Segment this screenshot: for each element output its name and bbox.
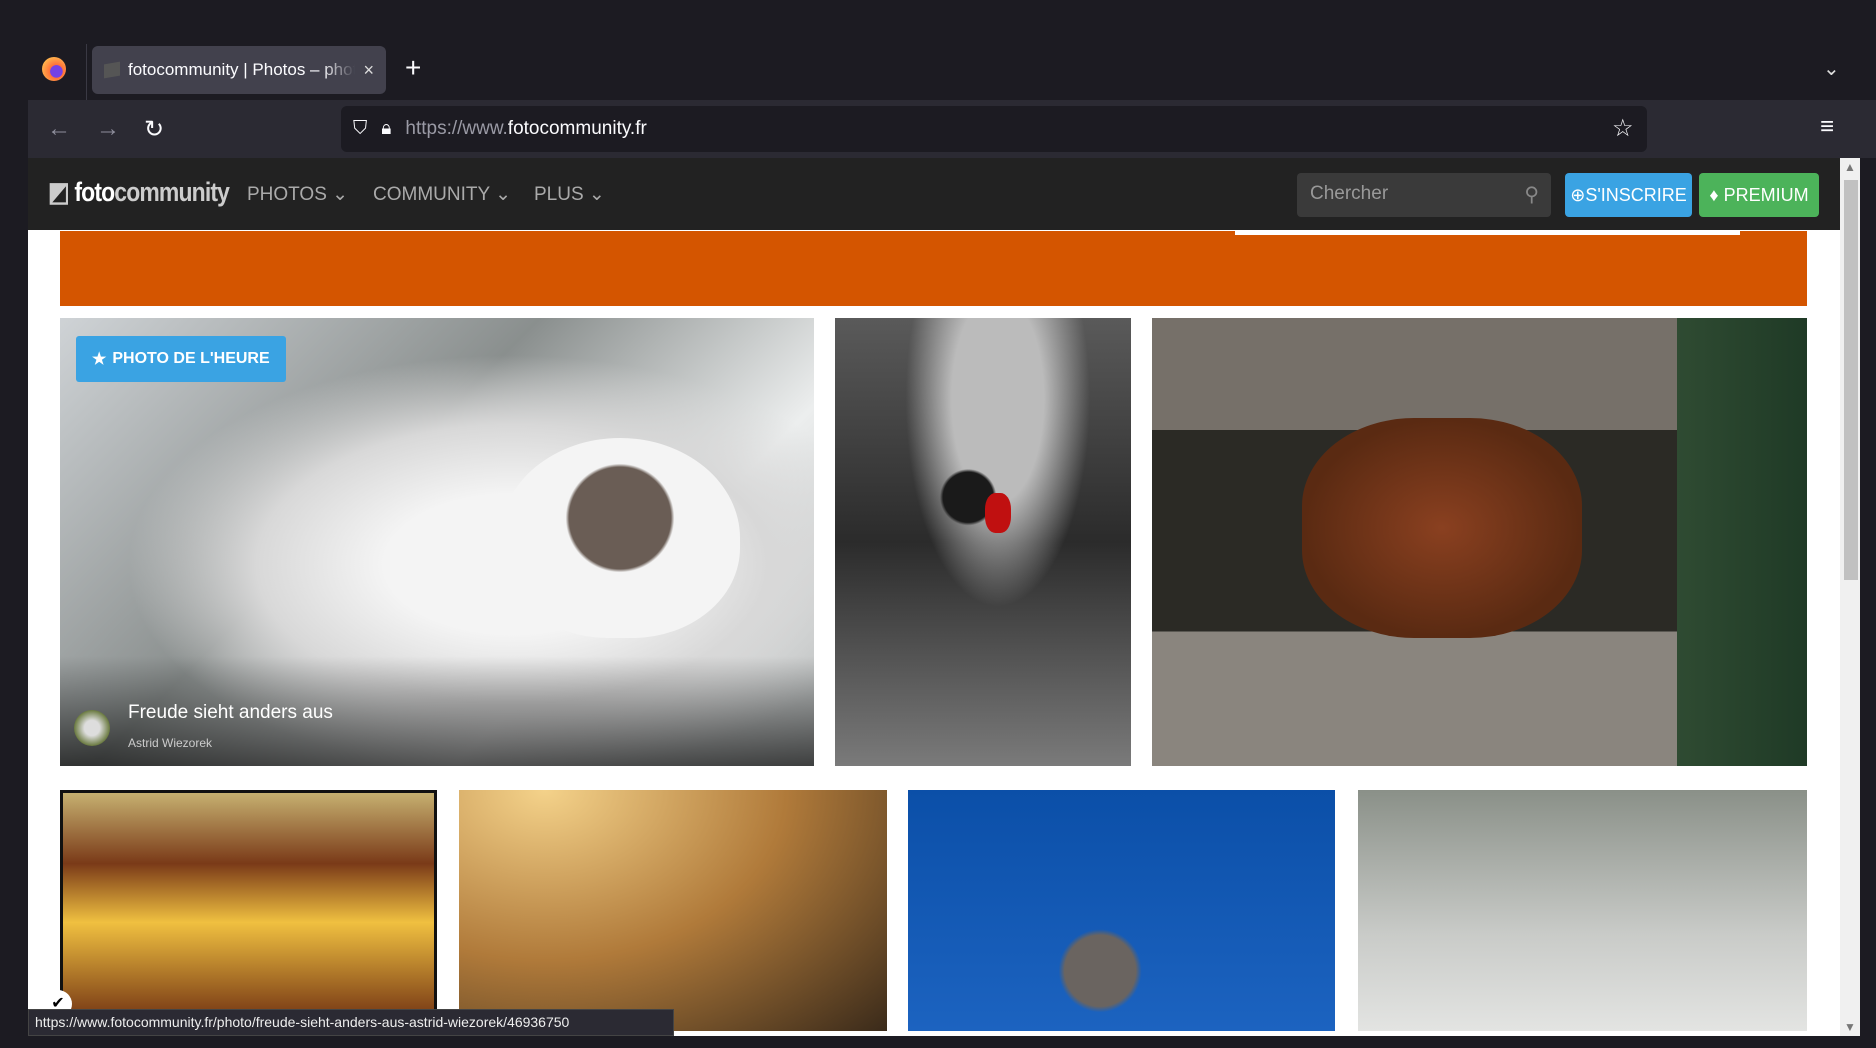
signup-button[interactable]: ⊕S'INSCRIRE <box>1565 173 1692 217</box>
featured-photo-cat[interactable]: ★ PHOTO DE L'HEURE Freude sieht anders au… <box>60 318 814 766</box>
photo-tree[interactable] <box>459 790 887 1031</box>
new-tab-button[interactable]: + <box>405 52 421 84</box>
url-bar[interactable]: ⛉ 🔒︎ https://www.fotocommunity.fr <box>341 106 1647 152</box>
browser-tab[interactable]: fotocommunity | Photos – photo × <box>92 46 386 94</box>
photo-squirrel[interactable] <box>1152 318 1807 766</box>
diamond-icon: ♦ <box>1709 185 1724 205</box>
tab-title: fotocommunity | Photos – photo <box>128 60 356 79</box>
bookmark-star-icon[interactable]: ☆ <box>1612 114 1634 143</box>
photo-crowned-crane[interactable] <box>835 318 1131 766</box>
photo-title[interactable]: Freude sieht anders aus <box>128 702 333 724</box>
firefox-logo-icon <box>42 57 66 81</box>
reload-button[interactable]: ↻ <box>144 115 164 144</box>
nav-photos[interactable]: PHOTOS ⌄ <box>247 183 348 206</box>
tab-list-chevron-icon[interactable]: ⌄ <box>1823 56 1840 81</box>
search-placeholder: Chercher <box>1310 183 1389 204</box>
favicon-icon <box>104 61 120 79</box>
nav-plus[interactable]: PLUS ⌄ <box>534 183 605 206</box>
search-input[interactable]: Chercher ⚲ <box>1297 173 1551 217</box>
scrollbar[interactable]: ▲ ▼ <box>1840 158 1860 1036</box>
premium-button[interactable]: ♦ PREMIUM <box>1699 173 1819 217</box>
window-edge <box>0 158 28 1048</box>
promo-banner[interactable] <box>60 231 1807 306</box>
plus-circle-icon: ⊕ <box>1570 185 1586 205</box>
hamburger-menu-icon[interactable]: ≡ <box>1820 113 1834 141</box>
site-logo[interactable]: ◩ fotocommunity <box>48 177 230 208</box>
photo-frost-thistles[interactable] <box>1358 790 1807 1031</box>
shield-icon[interactable]: ⛉ <box>353 118 367 140</box>
back-button[interactable]: ← <box>47 115 71 143</box>
close-tab-icon[interactable]: × <box>363 60 374 81</box>
forward-button[interactable]: → <box>96 115 120 143</box>
search-icon[interactable]: ⚲ <box>1524 182 1539 207</box>
url-text: https://www.fotocommunity.fr <box>405 118 647 139</box>
photo-dove[interactable] <box>908 790 1335 1031</box>
photo-author[interactable]: Astrid Wiezorek <box>128 736 212 750</box>
avatar[interactable] <box>74 710 110 746</box>
divider <box>86 44 87 100</box>
star-icon: ★ <box>92 351 107 368</box>
photo-of-hour-badge: ★ PHOTO DE L'HEURE <box>76 336 286 382</box>
photo-restaurant[interactable] <box>60 790 437 1031</box>
lock-icon[interactable]: 🔒︎ <box>381 118 391 140</box>
status-bar-url: https://www.fotocommunity.fr/photo/freud… <box>28 1009 674 1036</box>
nav-community[interactable]: COMMUNITY ⌄ <box>373 183 511 206</box>
